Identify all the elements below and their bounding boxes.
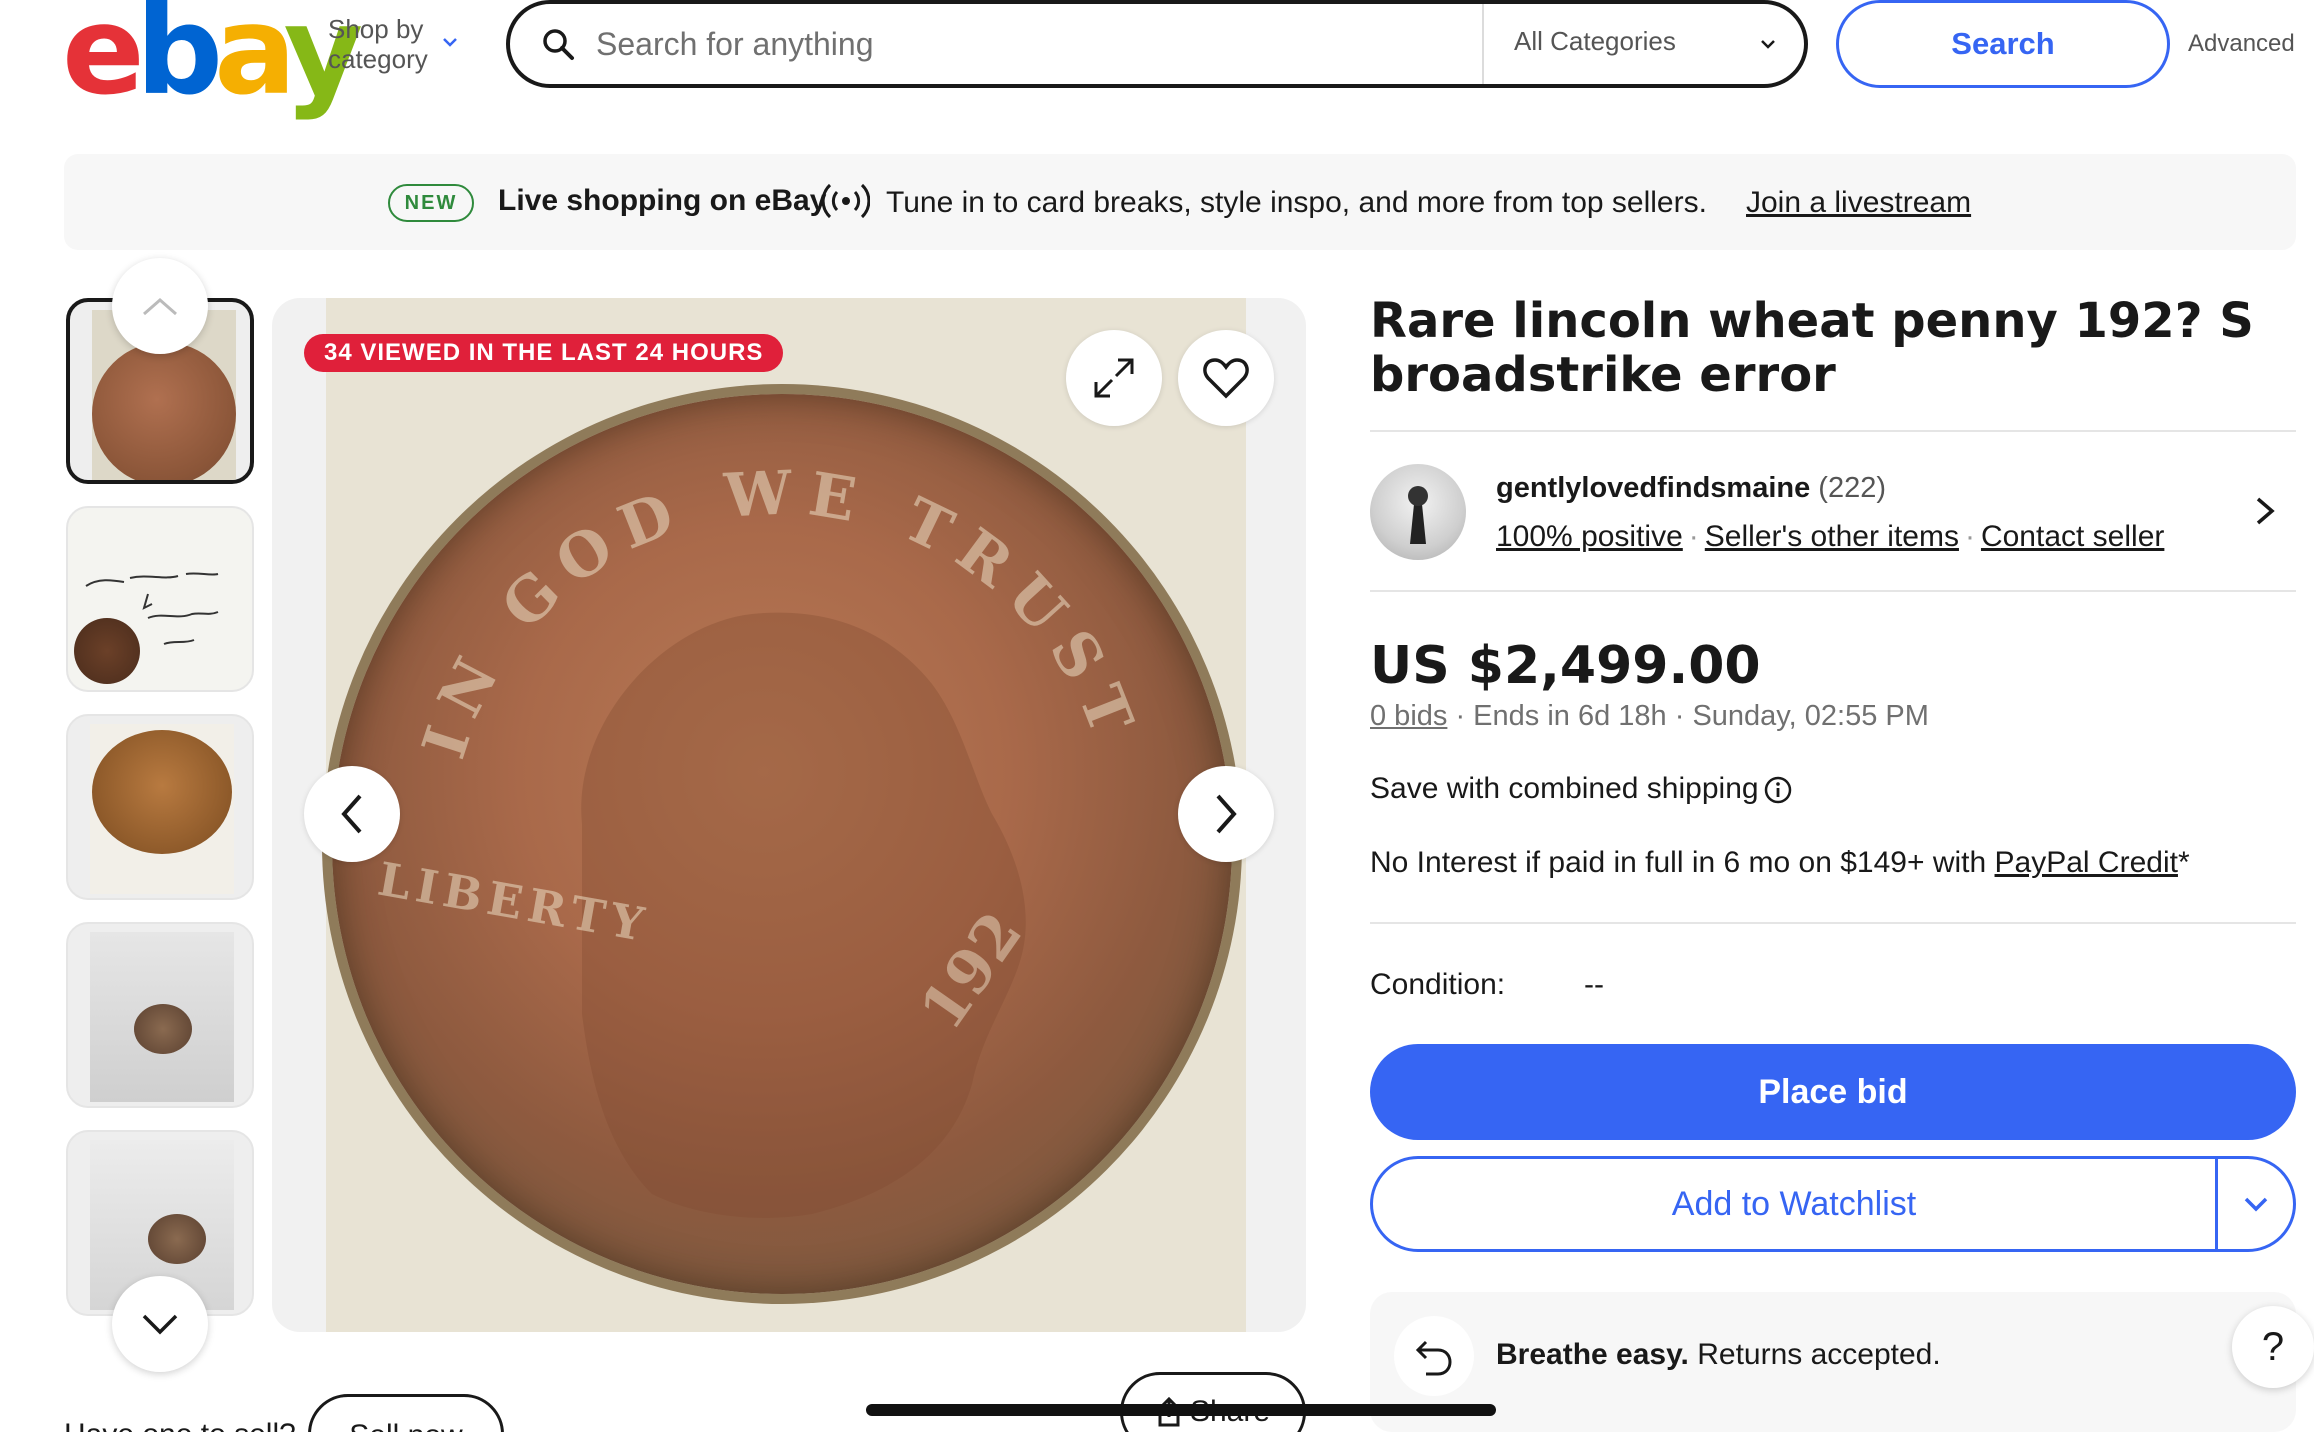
thumbnail-3[interactable] [66,714,254,900]
ends-in: Ends in 6d 18h [1473,700,1667,732]
chevron-down-icon [2244,1197,2267,1212]
seller-links: 100% positive · Seller's other items · Conta… [1496,520,2165,553]
watch-heart-button[interactable] [1178,330,1274,426]
shop-by-category[interactable]: Shop by category [328,14,428,74]
positive-feedback-link[interactable]: 100% positive [1496,520,1683,553]
add-to-watchlist-label: Add to Watchlist [1671,1184,1917,1223]
search-input[interactable] [596,20,1456,68]
seller-other-items-link[interactable]: Seller's other items [1705,520,1959,553]
credit-text: No Interest if paid in full in 6 mo on $… [1370,846,1995,879]
end-time: Sunday, 02:55 PM [1692,700,1929,732]
combined-shipping: Save with combined shipping [1370,772,1793,806]
expand-icon [1094,358,1134,398]
seller-avatar[interactable] [1370,464,1466,560]
search-icon [543,29,574,60]
paypal-credit-line: No Interest if paid in full in 6 mo on $… [1370,846,2190,880]
chevron-right-icon[interactable] [2250,496,2280,526]
divider [1370,922,2296,924]
chevron-right-icon [1216,794,1237,834]
join-livestream-link[interactable]: Join a livestream [1746,186,1971,220]
returns-icon [1394,1316,1474,1396]
home-indicator[interactable] [866,1404,1496,1416]
divider [1370,590,2296,592]
returns-accepted: Returns accepted. [1688,1338,1941,1371]
paypal-credit-link[interactable]: PayPal Credit [1995,846,2178,879]
thumbnail-4[interactable] [66,922,254,1108]
previous-image-button[interactable] [304,766,400,862]
add-to-watchlist-button[interactable]: Add to Watchlist [1370,1156,2296,1252]
coin: IN GOD WE TRUST LIBERTY 192 [332,394,1232,1294]
live-broadcast-icon [822,183,870,219]
expand-image-button[interactable] [1066,330,1162,426]
condition-label: Condition: [1370,968,1506,1001]
shop-by-line2: category [328,44,428,74]
category-select[interactable]: All Categories [1514,26,1676,57]
new-badge: NEW [388,184,474,222]
place-bid-button[interactable]: Place bid [1370,1044,2296,1140]
advanced-search-link[interactable]: Advanced [2188,30,2295,58]
chevron-left-icon [341,794,362,834]
banner-title: Live shopping on eBay [498,184,827,217]
share-button[interactable]: Share [1120,1372,1306,1432]
shop-by-line1: Shop by [328,14,424,44]
price: US $2,499.00 [1370,636,1761,696]
thumbnails-down-button[interactable] [112,1276,208,1372]
chevron-down-icon[interactable] [442,34,458,50]
watchlist-dropdown[interactable] [2218,1196,2293,1212]
avatar-figure [1408,486,1428,544]
search-divider [1482,4,1484,84]
listing-title: Rare lincoln wheat penny 192? S broadstr… [1370,293,2254,403]
returns-bold: Breathe easy. [1496,1338,1689,1371]
seller-feedback-count: (222) [1818,472,1886,504]
chevron-down-icon [142,1314,178,1335]
credit-asterisk: * [2177,846,2190,879]
bids-line: 0 bids · Ends in 6d 18h · Sunday, 02:55 … [1370,700,1929,732]
banner-text: Tune in to card breaks, style inspo, and… [886,186,1707,219]
heart-icon [1203,358,1249,399]
divider [1370,430,2296,432]
seller-name-text: gentlylovedfindsmaine [1496,472,1811,504]
coin-inscription-art: IN GOD WE TRUST LIBERTY 192 [374,458,1137,1218]
seller-name[interactable]: gentlylovedfindsmaine (222) [1496,472,1886,505]
condition-value: -- [1584,968,1604,1001]
viewed-badge: 34 VIEWED IN THE LAST 24 HOURS [304,334,784,372]
have-one-to-sell: Have one to sell? [64,1418,296,1432]
chevron-up-icon [143,298,177,316]
ebay-logo[interactable]: ebay [62,0,363,112]
combined-shipping-text: Save with combined shipping [1370,772,1759,805]
thumbnail-2[interactable] [66,506,254,692]
coin-photo: IN GOD WE TRUST LIBERTY 192 [326,298,1246,1332]
search-button[interactable]: Search [1836,0,2170,88]
thumbnails-up-button[interactable] [112,258,208,354]
chevron-down-icon[interactable] [1758,34,1778,54]
main-product-image[interactable]: IN GOD WE TRUST LIBERTY 192 [272,298,1306,1332]
bids-link[interactable]: 0 bids [1370,700,1447,732]
next-image-button[interactable] [1178,766,1274,862]
info-icon[interactable] [1763,775,1793,805]
sell-now-button[interactable]: Sell now [308,1394,504,1432]
help-button[interactable]: ? [2232,1306,2314,1388]
returns-text: Breathe easy. Returns accepted. [1496,1338,1941,1372]
contact-seller-link[interactable]: Contact seller [1981,520,2164,553]
